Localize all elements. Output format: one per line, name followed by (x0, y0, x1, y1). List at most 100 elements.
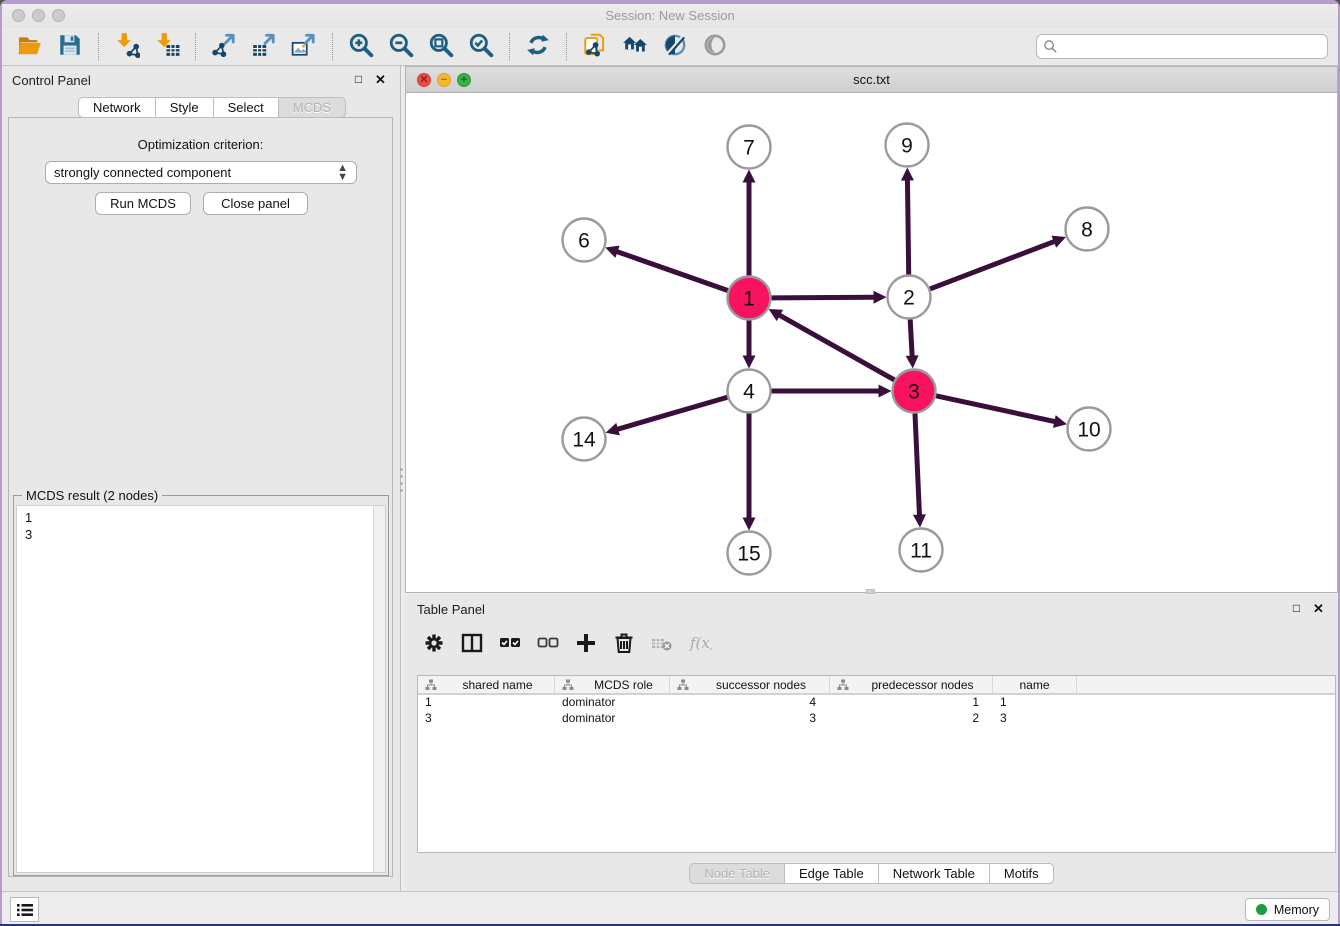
tab-mcds[interactable]: MCDS (279, 97, 346, 118)
table-cell: 3 (993, 711, 1077, 727)
table-cell: 3 (418, 711, 555, 727)
table-close-panel-icon[interactable]: ✕ (1311, 601, 1326, 616)
float-panel-icon[interactable]: □ (351, 72, 366, 87)
graph-node-3[interactable]: 3 (893, 370, 936, 413)
graph-node-1[interactable]: 1 (728, 277, 771, 320)
graph-edge-1-6[interactable] (605, 246, 728, 291)
clone-network-button[interactable] (578, 31, 612, 63)
toolbar-separator (509, 33, 510, 61)
settings-gear-button[interactable] (417, 627, 451, 661)
tab-select[interactable]: Select (214, 97, 279, 118)
network-graph-canvas[interactable]: 7 9 6 8 1 2 4 3 14 10 15 11 (406, 93, 1337, 592)
table-row[interactable]: 1dominator411 (418, 695, 1335, 711)
column-header-successor-nodes[interactable]: successor nodes (670, 676, 830, 693)
tab-network[interactable]: Network (78, 97, 156, 118)
mcds-result-lines: 13 (25, 509, 32, 543)
graph-node-7[interactable]: 7 (728, 126, 771, 169)
column-header-predecessor-nodes[interactable]: predecessor nodes (830, 676, 993, 693)
tab-edge-table[interactable]: Edge Table (785, 863, 879, 884)
mcds-result-box[interactable]: 13 (16, 505, 386, 873)
memory-status-icon (1256, 904, 1267, 915)
tab-style[interactable]: Style (156, 97, 214, 118)
graph-edge-3-1[interactable] (769, 309, 895, 380)
graphics-details-button[interactable] (658, 31, 692, 63)
column-header-shared-name[interactable]: shared name (418, 676, 555, 693)
tab-network-table[interactable]: Network Table (879, 863, 990, 884)
open-file-button[interactable] (13, 31, 47, 63)
graph-node-10[interactable]: 10 (1068, 408, 1111, 451)
search-box (1036, 34, 1328, 59)
column-namespace-icon (562, 679, 574, 691)
zoom-fit-button[interactable] (424, 31, 458, 63)
graph-node-2[interactable]: 2 (888, 276, 931, 319)
graph-edge-2-8[interactable] (930, 236, 1066, 289)
graph-edge-4-3[interactable] (772, 385, 892, 398)
close-panel-icon[interactable]: ✕ (373, 72, 388, 87)
export-network-button[interactable] (207, 31, 241, 63)
home-networks-icon (622, 32, 648, 61)
column-header-name[interactable]: name (993, 676, 1077, 693)
memory-label: Memory (1274, 903, 1319, 917)
graph-edge-2-9[interactable] (901, 167, 914, 274)
network-window-titlebar[interactable]: ✕ − + scc.txt (406, 67, 1337, 93)
graph-edge-1-2[interactable] (771, 291, 886, 304)
zoom-out-icon (388, 32, 414, 61)
graph-edge-1-4[interactable] (743, 321, 756, 369)
graph-edge-1-7[interactable] (743, 170, 756, 276)
dropdown-stepper-icon: ▲▼ (337, 164, 348, 182)
task-history-button[interactable] (10, 897, 39, 922)
svg-text:9: 9 (901, 135, 913, 158)
select-all-checks-button[interactable] (493, 627, 527, 661)
toolbar-separator (195, 33, 196, 61)
graph-node-6[interactable]: 6 (563, 219, 606, 262)
clear-all-checks-button[interactable] (531, 627, 565, 661)
table-cell: dominator (555, 695, 670, 711)
tab-node-table[interactable]: Node Table (689, 863, 785, 884)
show-columns-button[interactable] (455, 627, 489, 661)
table-row[interactable]: 3dominator323 (418, 711, 1335, 727)
zoom-in-button[interactable] (344, 31, 378, 63)
horizontal-splitter-handle[interactable] (866, 589, 875, 594)
graph-edge-4-14[interactable] (606, 397, 728, 435)
svg-text:6: 6 (578, 230, 590, 253)
table-cell: 2 (830, 711, 993, 727)
import-network-button[interactable] (110, 31, 144, 63)
graph-edge-4-15[interactable] (743, 414, 756, 531)
refresh-layout-button[interactable] (521, 31, 555, 63)
graph-edge-2-3[interactable] (906, 319, 919, 368)
criterion-dropdown[interactable]: strongly connected component ▲▼ (45, 161, 357, 184)
graph-edge-3-11[interactable] (913, 413, 926, 527)
home-networks-button[interactable] (618, 31, 652, 63)
graph-node-9[interactable]: 9 (886, 124, 929, 167)
export-table-button[interactable] (247, 31, 281, 63)
import-table-button[interactable] (150, 31, 184, 63)
zoom-selected-button[interactable] (464, 31, 498, 63)
zoom-out-button[interactable] (384, 31, 418, 63)
mcds-panel: Optimization criterion: strongly connect… (8, 117, 393, 877)
node-table[interactable]: shared name MCDS role successor nodes pr… (417, 675, 1336, 853)
tab-motifs[interactable]: Motifs (990, 863, 1054, 884)
birds-eye-view-button[interactable] (698, 31, 732, 63)
save-session-button[interactable] (53, 31, 87, 63)
graph-node-4[interactable]: 4 (728, 370, 771, 413)
memory-button[interactable]: Memory (1245, 898, 1330, 921)
graph-node-11[interactable]: 11 (900, 529, 943, 572)
add-row-button[interactable] (569, 627, 603, 661)
graph-edge-3-10[interactable] (936, 396, 1067, 428)
svg-text:2: 2 (903, 287, 915, 310)
graph-node-15[interactable]: 15 (728, 532, 771, 575)
table-float-panel-icon[interactable]: □ (1289, 601, 1304, 616)
zoom-fit-icon (428, 32, 454, 61)
delete-table-icon (650, 631, 674, 658)
svg-text:15: 15 (737, 543, 760, 566)
search-input[interactable] (1058, 39, 1321, 54)
graph-node-14[interactable]: 14 (563, 418, 606, 461)
export-image-button[interactable] (287, 31, 321, 63)
close-panel-button[interactable]: Close panel (203, 192, 308, 215)
run-mcds-button[interactable]: Run MCDS (95, 192, 191, 215)
result-scrollbar[interactable] (373, 506, 385, 872)
column-header-MCDS-role[interactable]: MCDS role (555, 676, 670, 693)
graph-node-8[interactable]: 8 (1066, 208, 1109, 251)
delete-row-button[interactable] (607, 627, 641, 661)
vertical-splitter-handle[interactable] (399, 466, 404, 492)
